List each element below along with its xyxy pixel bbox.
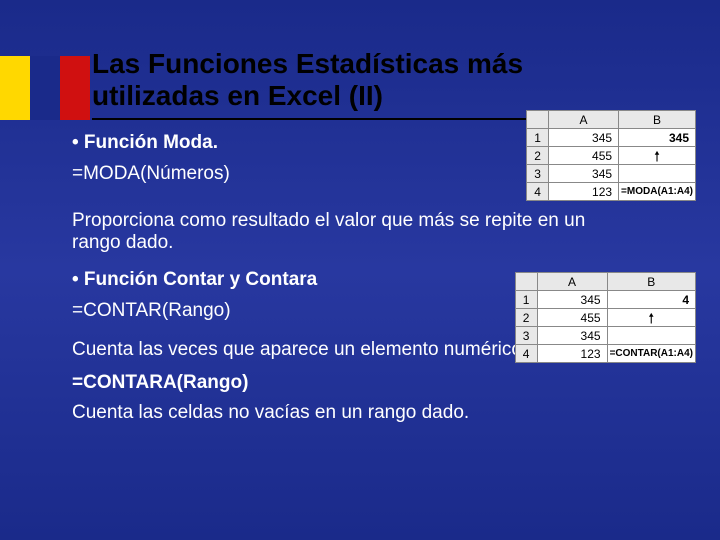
- row-number: 3: [527, 165, 549, 183]
- row-number: 1: [527, 129, 549, 147]
- flag-stripe-yellow: [0, 56, 30, 120]
- row-number: 4: [515, 345, 537, 363]
- contara-formula: =CONTARA(Rango): [72, 372, 682, 395]
- table-row: 4 123 =MODA(A1:A4): [527, 183, 696, 201]
- table-row: 3 345: [515, 327, 695, 345]
- row-number: 4: [527, 183, 549, 201]
- arrow-up-icon: 🠕: [619, 147, 696, 165]
- cell-a4: 123: [537, 345, 607, 363]
- cell-b3: [607, 327, 695, 345]
- col-header-b: B: [607, 273, 695, 291]
- cell-a3: 345: [549, 165, 619, 183]
- cell-a1: 345: [537, 291, 607, 309]
- flag-stripe-red: [60, 56, 90, 120]
- table-corner: [515, 273, 537, 291]
- contara-description: Cuenta las celdas no vacías en un rango …: [72, 402, 682, 425]
- cell-b3: [619, 165, 696, 183]
- table-corner: [527, 111, 549, 129]
- excel-sample-moda: A B 1 345 345 2 455 🠕 3 345 4 123 =MODA(…: [526, 110, 696, 201]
- table-row: 3 345: [527, 165, 696, 183]
- row-number: 2: [527, 147, 549, 165]
- col-header-a: A: [549, 111, 619, 129]
- slide-title: Las Funciones Estadísticas más utilizada…: [92, 48, 652, 112]
- arrow-up-icon: 🠕: [607, 309, 695, 327]
- cell-a2: 455: [549, 147, 619, 165]
- table-row: 1 345 4: [515, 291, 695, 309]
- cell-a3: 345: [537, 327, 607, 345]
- cell-b1: 4: [607, 291, 695, 309]
- row-number: 3: [515, 327, 537, 345]
- table-row: 2 455 🠕: [515, 309, 695, 327]
- excel-sample-contar: A B 1 345 4 2 455 🠕 3 345 4 123 =CONTAR(…: [515, 272, 696, 363]
- cell-b4-formula: =MODA(A1:A4): [619, 183, 696, 201]
- col-header-a: A: [537, 273, 607, 291]
- flag-stripe-blue: [30, 56, 60, 120]
- cell-b4-formula: =CONTAR(A1:A4): [607, 345, 695, 363]
- cell-a2: 455: [537, 309, 607, 327]
- cell-a1: 345: [549, 129, 619, 147]
- cell-a4: 123: [549, 183, 619, 201]
- row-number: 2: [515, 309, 537, 327]
- table-row: 1 345 345: [527, 129, 696, 147]
- row-number: 1: [515, 291, 537, 309]
- table-row: 2 455 🠕: [527, 147, 696, 165]
- moda-description: Proporciona como resultado el valor que …: [72, 210, 632, 256]
- flag-accent: [0, 56, 90, 120]
- col-header-b: B: [619, 111, 696, 129]
- table-row: 4 123 =CONTAR(A1:A4): [515, 345, 695, 363]
- cell-b1: 345: [619, 129, 696, 147]
